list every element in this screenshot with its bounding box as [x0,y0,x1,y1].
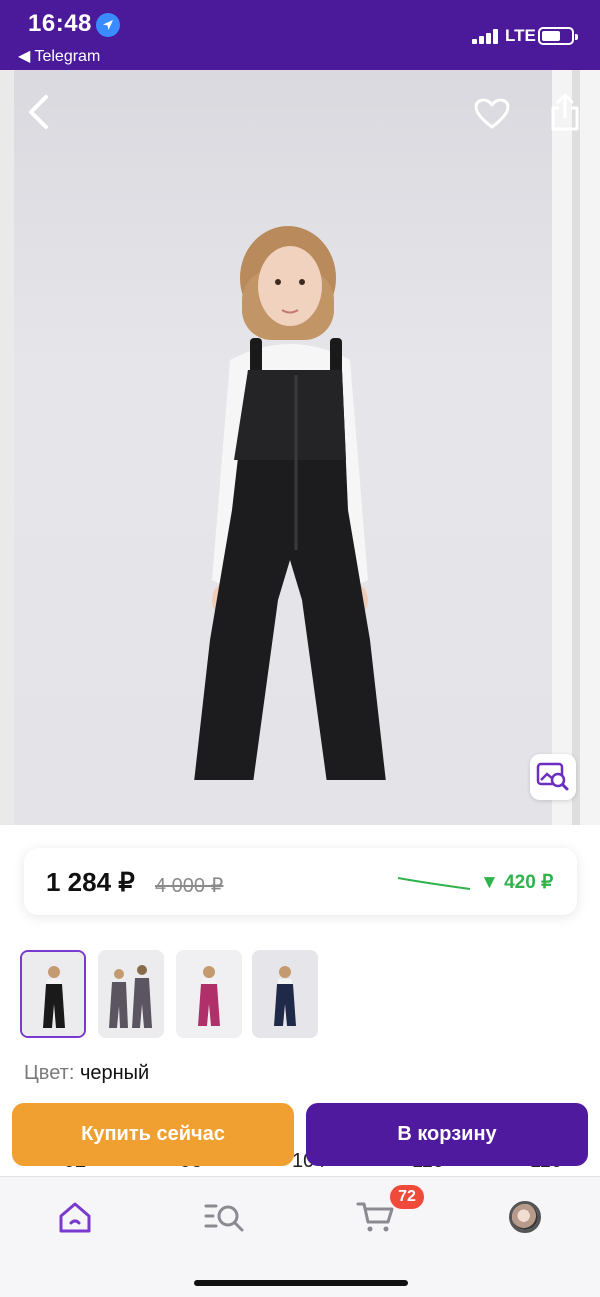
variant-photo [22,952,84,1036]
variant-photo [252,950,318,1038]
image-search-icon [536,762,569,791]
nav-catalog[interactable] [201,1197,249,1237]
avatar [509,1201,541,1233]
signal-icon [472,28,500,44]
nav-home[interactable] [51,1197,99,1237]
color-label: Цвет: [24,1062,75,1084]
old-price: 4 000 ₽ [155,875,224,897]
variant-thumb-pink[interactable] [176,950,242,1038]
home-indicator [194,1280,408,1286]
photo-edge-left [0,70,14,825]
home-icon [59,1202,91,1233]
variant-photo [176,950,242,1038]
cart-icon [356,1202,394,1232]
location-icon [96,13,120,37]
favorite-button[interactable] [470,92,514,136]
back-button[interactable] [18,92,58,132]
product-image [194,226,386,780]
product-page: 16:48 ◀ Telegram LTE 1 284 ₽ 4 000 ₽ ▼ 4… [0,0,600,1297]
product-photo[interactable] [0,70,600,825]
status-time: 16:48 [28,10,92,37]
share-icon [551,93,579,131]
back-to-telegram-link[interactable]: ◀ Telegram [18,46,100,66]
price-trend-icon [397,877,471,890]
battery-icon [538,27,578,45]
current-price: 1 284 ₽ [46,867,135,897]
catalog-search-icon [204,1204,244,1232]
heart-icon [474,98,510,129]
status-bar: 16:48 ◀ Telegram LTE [0,0,600,70]
share-button[interactable] [543,90,587,134]
variant-thumb-grey[interactable] [98,950,164,1038]
nav-profile[interactable] [501,1197,549,1237]
bottom-nav: 72 [0,1176,600,1297]
add-to-cart-button[interactable]: В корзину [306,1103,588,1166]
price-drop: ▼ 420 ₽ [480,872,554,893]
price-card[interactable]: 1 284 ₽ 4 000 ₽ ▼ 420 ₽ [24,848,577,915]
variant-thumbnails [20,950,580,1038]
visual-search-button[interactable] [530,754,576,800]
network-type: LTE [505,26,536,45]
variant-thumb-black[interactable] [20,950,86,1038]
buy-now-button[interactable]: Купить сейчас [12,1103,294,1166]
chevron-left-icon [29,95,48,129]
color-value: черный [79,1062,150,1084]
selected-color: Цвет: черный [24,1062,149,1085]
variant-photo [98,950,164,1038]
variant-thumb-navy[interactable] [252,950,318,1038]
photo-edge-shadow [572,70,580,825]
cart-badge: 72 [390,1185,424,1209]
